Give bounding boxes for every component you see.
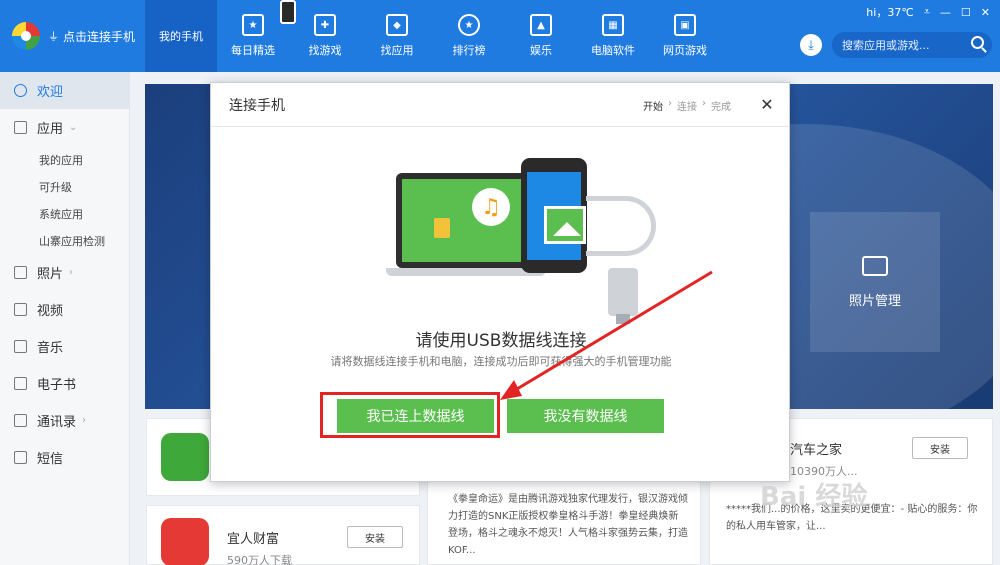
photo-icon xyxy=(14,266,27,279)
sidebar-item-apps[interactable]: 应用 ⌄ xyxy=(0,109,129,146)
chevron-right-icon: › xyxy=(82,415,87,426)
usb-plug-icon xyxy=(608,268,638,324)
chevron-right-icon: › xyxy=(69,267,74,278)
nav-daily-picks[interactable]: ★ 每日精选 xyxy=(217,0,289,72)
sidebar-item-upgradable[interactable]: 可升级 xyxy=(0,173,129,200)
usb-connection-illustration: ♫ xyxy=(386,158,676,328)
sidebar-item-system-apps[interactable]: 系统应用 xyxy=(0,200,129,227)
nav-entertainment[interactable]: ▲ 娱乐 xyxy=(505,0,577,72)
sidebar-item-my-apps[interactable]: 我的应用 xyxy=(0,146,129,173)
connect-phone-dialog: 连接手机 开始 › 连接 › 完成 ✕ ♫ 请使用USB数据线连接 请将数据线连… xyxy=(210,82,790,482)
watermark: Bai 经验 xyxy=(760,482,868,512)
download-manager-icon[interactable]: ⤓ xyxy=(800,34,822,56)
contacts-icon xyxy=(14,414,27,427)
close-icon[interactable]: ✕ xyxy=(981,6,990,19)
welcome-icon xyxy=(14,84,27,97)
menu-icon[interactable]: ⩡ xyxy=(924,5,930,19)
sidebar-item-ebooks[interactable]: 电子书 xyxy=(0,365,129,402)
video-icon xyxy=(14,303,27,316)
step-indicator: 开始 › 连接 › 完成 xyxy=(643,98,731,113)
nav-rankings[interactable]: ★ 排行榜 xyxy=(433,0,505,72)
maximize-icon[interactable]: ☐ xyxy=(961,6,971,19)
gamepad-icon: ✚ xyxy=(314,14,336,36)
nav-pc-software[interactable]: ▦ 电脑软件 xyxy=(577,0,649,72)
cow-app-icon xyxy=(161,433,209,481)
sidebar-item-contacts[interactable]: 通讯录 › xyxy=(0,402,129,439)
app-logo xyxy=(12,22,40,50)
top-bar: ⏚ 点击连接手机 我的手机 ★ 每日精选 ✚ 找游戏 ◆ 找应用 ★ 排行榜 ▲… xyxy=(0,0,1000,72)
search-input[interactable] xyxy=(842,38,962,52)
nav-apps[interactable]: ◆ 找应用 xyxy=(361,0,433,72)
nav-games[interactable]: ✚ 找游戏 xyxy=(289,0,361,72)
phone-icon xyxy=(280,0,296,24)
sidebar-item-sms[interactable]: 短信 xyxy=(0,439,129,476)
install-button[interactable]: 安装 xyxy=(347,526,403,548)
sidebar-item-fake-app-check[interactable]: 山寨应用检测 xyxy=(0,227,129,254)
logo-area: ⏚ 点击连接手机 xyxy=(0,0,145,72)
shopping-bag-icon: ◆ xyxy=(386,14,408,36)
nav-web-games[interactable]: ▣ 网页游戏 xyxy=(649,0,721,72)
search-icon[interactable] xyxy=(971,36,984,49)
laptop-icon xyxy=(396,173,536,268)
weather-text: hi，37℃ xyxy=(866,6,914,19)
close-icon[interactable]: ✕ xyxy=(757,94,777,114)
chevron-down-icon: ⌄ xyxy=(69,122,78,133)
sidebar-item-videos[interactable]: 视频 xyxy=(0,291,129,328)
yiren-app-icon xyxy=(161,518,209,565)
sms-icon xyxy=(14,451,27,464)
game-card[interactable]: 《拳皇命运》是由腾讯游戏独家代理发行，银汉游戏倾力打造的SNK正版授权拳皇格斗手… xyxy=(427,480,701,565)
nav-my-phone[interactable]: 我的手机 xyxy=(145,0,296,72)
dialog-headline: 请使用USB数据线连接 xyxy=(415,331,587,351)
photo-management-tile[interactable]: 照片管理 xyxy=(810,212,940,352)
sidebar-item-music[interactable]: 音乐 xyxy=(0,328,129,365)
app-card-yiren[interactable]: 宜人财富 590万人下载 安装 xyxy=(146,505,420,565)
connect-phone-link[interactable]: ⏚ 点击连接手机 xyxy=(48,28,135,45)
highlight-box xyxy=(320,392,500,438)
photo-icon xyxy=(862,255,888,276)
music-icon xyxy=(14,340,27,353)
music-note-icon: ♫ xyxy=(472,188,510,226)
sidebar-item-welcome[interactable]: 欢迎 xyxy=(0,72,129,109)
search-box[interactable] xyxy=(832,32,992,58)
image-icon xyxy=(544,206,586,244)
apps-grid-icon xyxy=(14,121,27,134)
calendar-star-icon: ★ xyxy=(242,14,264,36)
browser-game-icon: ▣ xyxy=(674,14,696,36)
ebook-icon xyxy=(14,377,27,390)
usb-cable-icon xyxy=(586,196,656,256)
entertainment-icon: ▲ xyxy=(530,14,552,36)
dialog-subline: 请将数据线连接手机和电脑，连接成功后即可获得强大的手机管理功能 xyxy=(330,355,672,368)
install-button[interactable]: 安装 xyxy=(912,437,968,459)
sidebar: 欢迎 应用 ⌄ 我的应用 可升级 系统应用 山寨应用检测 照片 › 视频 音乐 … xyxy=(0,72,130,565)
no-cable-button[interactable]: 我没有数据线 xyxy=(507,399,664,433)
minimize-icon[interactable]: — xyxy=(940,6,951,19)
medal-icon: ★ xyxy=(458,14,480,36)
window-controls: hi，37℃ ⩡ — ☐ ✕ xyxy=(866,4,990,20)
dialog-header: 连接手机 开始 › 连接 › 完成 ✕ xyxy=(211,83,789,127)
monitor-icon: ▦ xyxy=(602,14,624,36)
plug-icon: ⏚ xyxy=(48,30,59,43)
main-nav: 我的手机 ★ 每日精选 ✚ 找游戏 ◆ 找应用 ★ 排行榜 ▲ 娱乐 ▦ 电脑软… xyxy=(145,0,721,72)
dialog-title: 连接手机 xyxy=(229,97,285,114)
document-icon xyxy=(434,218,450,238)
sidebar-item-photos[interactable]: 照片 › xyxy=(0,254,129,291)
